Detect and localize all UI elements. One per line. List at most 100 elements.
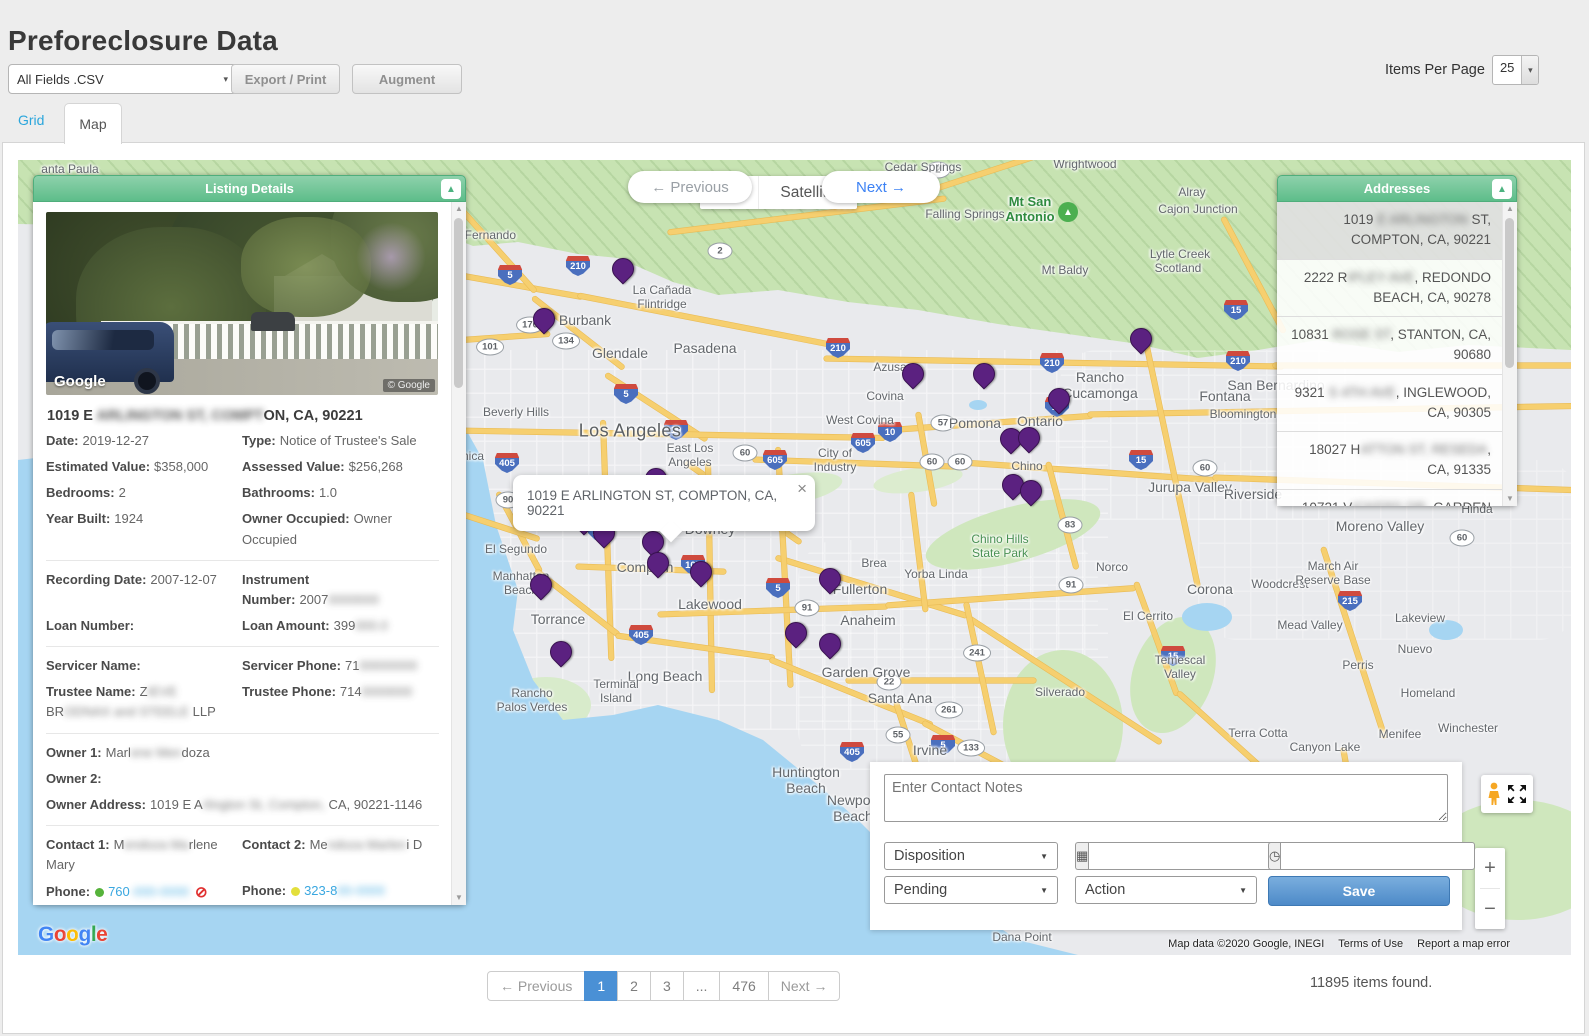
field-cell: Owner Occupied:Owner Occupied bbox=[242, 509, 439, 549]
text: LLP bbox=[189, 704, 216, 719]
contact-notes-input[interactable] bbox=[884, 774, 1448, 822]
map-marker[interactable] bbox=[780, 617, 811, 648]
map-next-button[interactable]: Next → bbox=[822, 171, 940, 203]
text[interactable]: 760 bbox=[108, 884, 130, 899]
page-button[interactable]: 3 bbox=[650, 971, 684, 1001]
items-per-page-select[interactable]: 25 ▾ bbox=[1492, 55, 1539, 85]
info-window-address: 1019 E ARLINGTON ST, COMPTON, CA, 90221 bbox=[527, 488, 777, 518]
collapse-panel-icon[interactable]: ▲ bbox=[1492, 179, 1512, 199]
disposition-value: Disposition bbox=[894, 848, 965, 864]
scroll-up-icon[interactable]: ▲ bbox=[452, 202, 466, 216]
field-cell: Loan Number: bbox=[46, 616, 242, 636]
clock-icon: ◷ bbox=[1268, 842, 1280, 870]
scroll-up-icon[interactable]: ▲ bbox=[1503, 202, 1517, 216]
tab-map[interactable]: Map bbox=[64, 103, 122, 144]
map-previous-button[interactable]: ← Previous bbox=[628, 171, 752, 203]
items-per-page-value: 25 bbox=[1493, 56, 1521, 84]
field-label: Loan Amount: bbox=[242, 618, 330, 633]
map-marker[interactable] bbox=[1013, 422, 1044, 453]
map-marker[interactable] bbox=[968, 358, 999, 389]
export-format-select[interactable]: All Fields .CSV ▾ bbox=[8, 64, 237, 94]
text: 1.0 bbox=[319, 485, 337, 500]
zoom-in-button[interactable]: + bbox=[1475, 848, 1505, 888]
terms-of-use-link[interactable]: Terms of Use bbox=[1338, 938, 1403, 950]
map-marker[interactable] bbox=[528, 303, 559, 334]
divider bbox=[46, 733, 439, 734]
scrollbar-thumb[interactable] bbox=[454, 218, 463, 388]
scrollbar-thumb[interactable] bbox=[1505, 218, 1514, 368]
address-item[interactable]: 2222 RIPLEY AVE, REDONDO BEACH, CA, 9027… bbox=[1277, 260, 1517, 318]
map-marker[interactable] bbox=[685, 556, 716, 587]
map-marker[interactable] bbox=[1125, 323, 1156, 354]
zoom-out-button[interactable]: − bbox=[1475, 889, 1505, 929]
text: ON, CA, 90221 bbox=[264, 408, 363, 424]
listing-address: 1019 E ARLINGTON ST, COMPTON, CA, 90221 bbox=[47, 408, 439, 424]
google-logo-letter: G bbox=[38, 923, 54, 946]
text: 399 bbox=[334, 618, 356, 633]
map-marker[interactable] bbox=[814, 628, 845, 659]
page-button[interactable]: Next → bbox=[768, 971, 841, 1001]
field-label: Owner 2: bbox=[46, 771, 102, 786]
map-marker[interactable] bbox=[545, 636, 576, 667]
close-icon[interactable]: × bbox=[797, 479, 807, 499]
map-marker[interactable] bbox=[897, 358, 928, 389]
address-item[interactable]: 18027 HATTON ST, RESEDA, CA, 91335 bbox=[1277, 432, 1517, 490]
augment-button[interactable]: Augment bbox=[352, 64, 462, 94]
addresses-scrollbar[interactable]: ▲ ▼ bbox=[1502, 202, 1517, 506]
scroll-down-icon[interactable]: ▼ bbox=[452, 891, 466, 905]
text: $358,000 bbox=[154, 459, 208, 474]
pegman-icon[interactable] bbox=[1487, 782, 1501, 806]
page-button[interactable]: ← Previous bbox=[487, 971, 585, 1001]
map-marker[interactable] bbox=[525, 569, 556, 600]
redacted-text: ARLINGTON ST, COMPT bbox=[93, 408, 264, 424]
tab-grid[interactable]: Grid bbox=[18, 112, 44, 128]
map-marker[interactable] bbox=[814, 563, 845, 594]
field-label: Year Built: bbox=[46, 511, 110, 526]
streetview-fullscreen-control bbox=[1481, 775, 1533, 813]
report-map-error-link[interactable]: Report a map error bbox=[1417, 938, 1510, 950]
page-button[interactable]: 1 bbox=[584, 971, 618, 1001]
page-button[interactable]: 2 bbox=[617, 971, 651, 1001]
action-value: Action bbox=[1085, 882, 1125, 898]
text: 1019 E bbox=[47, 408, 93, 424]
caret-down-icon: ▼ bbox=[1040, 852, 1048, 861]
address-item[interactable]: 1019 E ARLINGTON ST, COMPTON, CA, 90221 bbox=[1277, 202, 1517, 260]
export-print-button[interactable]: Export / Print bbox=[231, 64, 340, 94]
time-input[interactable] bbox=[1280, 842, 1475, 870]
address-item[interactable]: 9321 S 4TH AVE, INGLEWOOD, CA, 90305 bbox=[1277, 375, 1517, 433]
divider bbox=[46, 646, 439, 647]
date-input[interactable] bbox=[1088, 842, 1283, 870]
status-dot-icon bbox=[291, 887, 300, 896]
address-item[interactable]: 10831 ROSE ST, STANTON, CA, 90680 bbox=[1277, 317, 1517, 375]
listing-scrollbar[interactable]: ▲ ▼ bbox=[451, 202, 466, 905]
status-select[interactable]: Pending ▼ bbox=[884, 876, 1058, 904]
tree bbox=[241, 217, 371, 317]
map-marker[interactable] bbox=[1043, 383, 1074, 414]
address-item[interactable]: 10721 VICKERS DR, GARDEN GROVE, CA, 9284… bbox=[1277, 490, 1517, 507]
text: 10721 V bbox=[1302, 500, 1352, 507]
save-button[interactable]: Save bbox=[1268, 876, 1450, 906]
status-value: Pending bbox=[894, 882, 947, 898]
action-select[interactable]: Action ▼ bbox=[1075, 876, 1257, 904]
redacted-text[interactable]: 00-0000 bbox=[337, 883, 385, 898]
addresses-header[interactable]: Addresses ▲ bbox=[1277, 175, 1517, 202]
google-watermark: Google bbox=[54, 373, 106, 390]
field-row: Owner 1:Marlene Mendoza bbox=[46, 740, 439, 766]
page-button[interactable]: ... bbox=[683, 971, 721, 1001]
fullscreen-icon[interactable] bbox=[1507, 784, 1527, 804]
scroll-down-icon[interactable]: ▼ bbox=[1503, 492, 1517, 506]
field-row: Owner 2: bbox=[46, 766, 439, 792]
field-row: Trustee Name:ZIEVE BRODNAX and STEELE LL… bbox=[46, 679, 439, 725]
disposition-select[interactable]: Disposition ▼ bbox=[884, 842, 1058, 870]
text[interactable]: 323-8 bbox=[304, 883, 337, 898]
page-button[interactable]: 476 bbox=[719, 971, 768, 1001]
zoom-control: + − bbox=[1475, 848, 1505, 929]
listing-details-header[interactable]: Listing Details ▲ bbox=[33, 175, 466, 202]
field-cell: Owner 2: bbox=[46, 769, 439, 789]
collapse-panel-icon[interactable]: ▲ bbox=[441, 179, 461, 199]
redacted-text[interactable]: -000-0000 bbox=[130, 884, 189, 899]
field-cell: Bathrooms:1.0 bbox=[242, 483, 439, 503]
map-marker[interactable] bbox=[607, 253, 638, 284]
street-view-photo: Google © Google bbox=[46, 212, 438, 395]
text: 9321 bbox=[1295, 385, 1329, 400]
